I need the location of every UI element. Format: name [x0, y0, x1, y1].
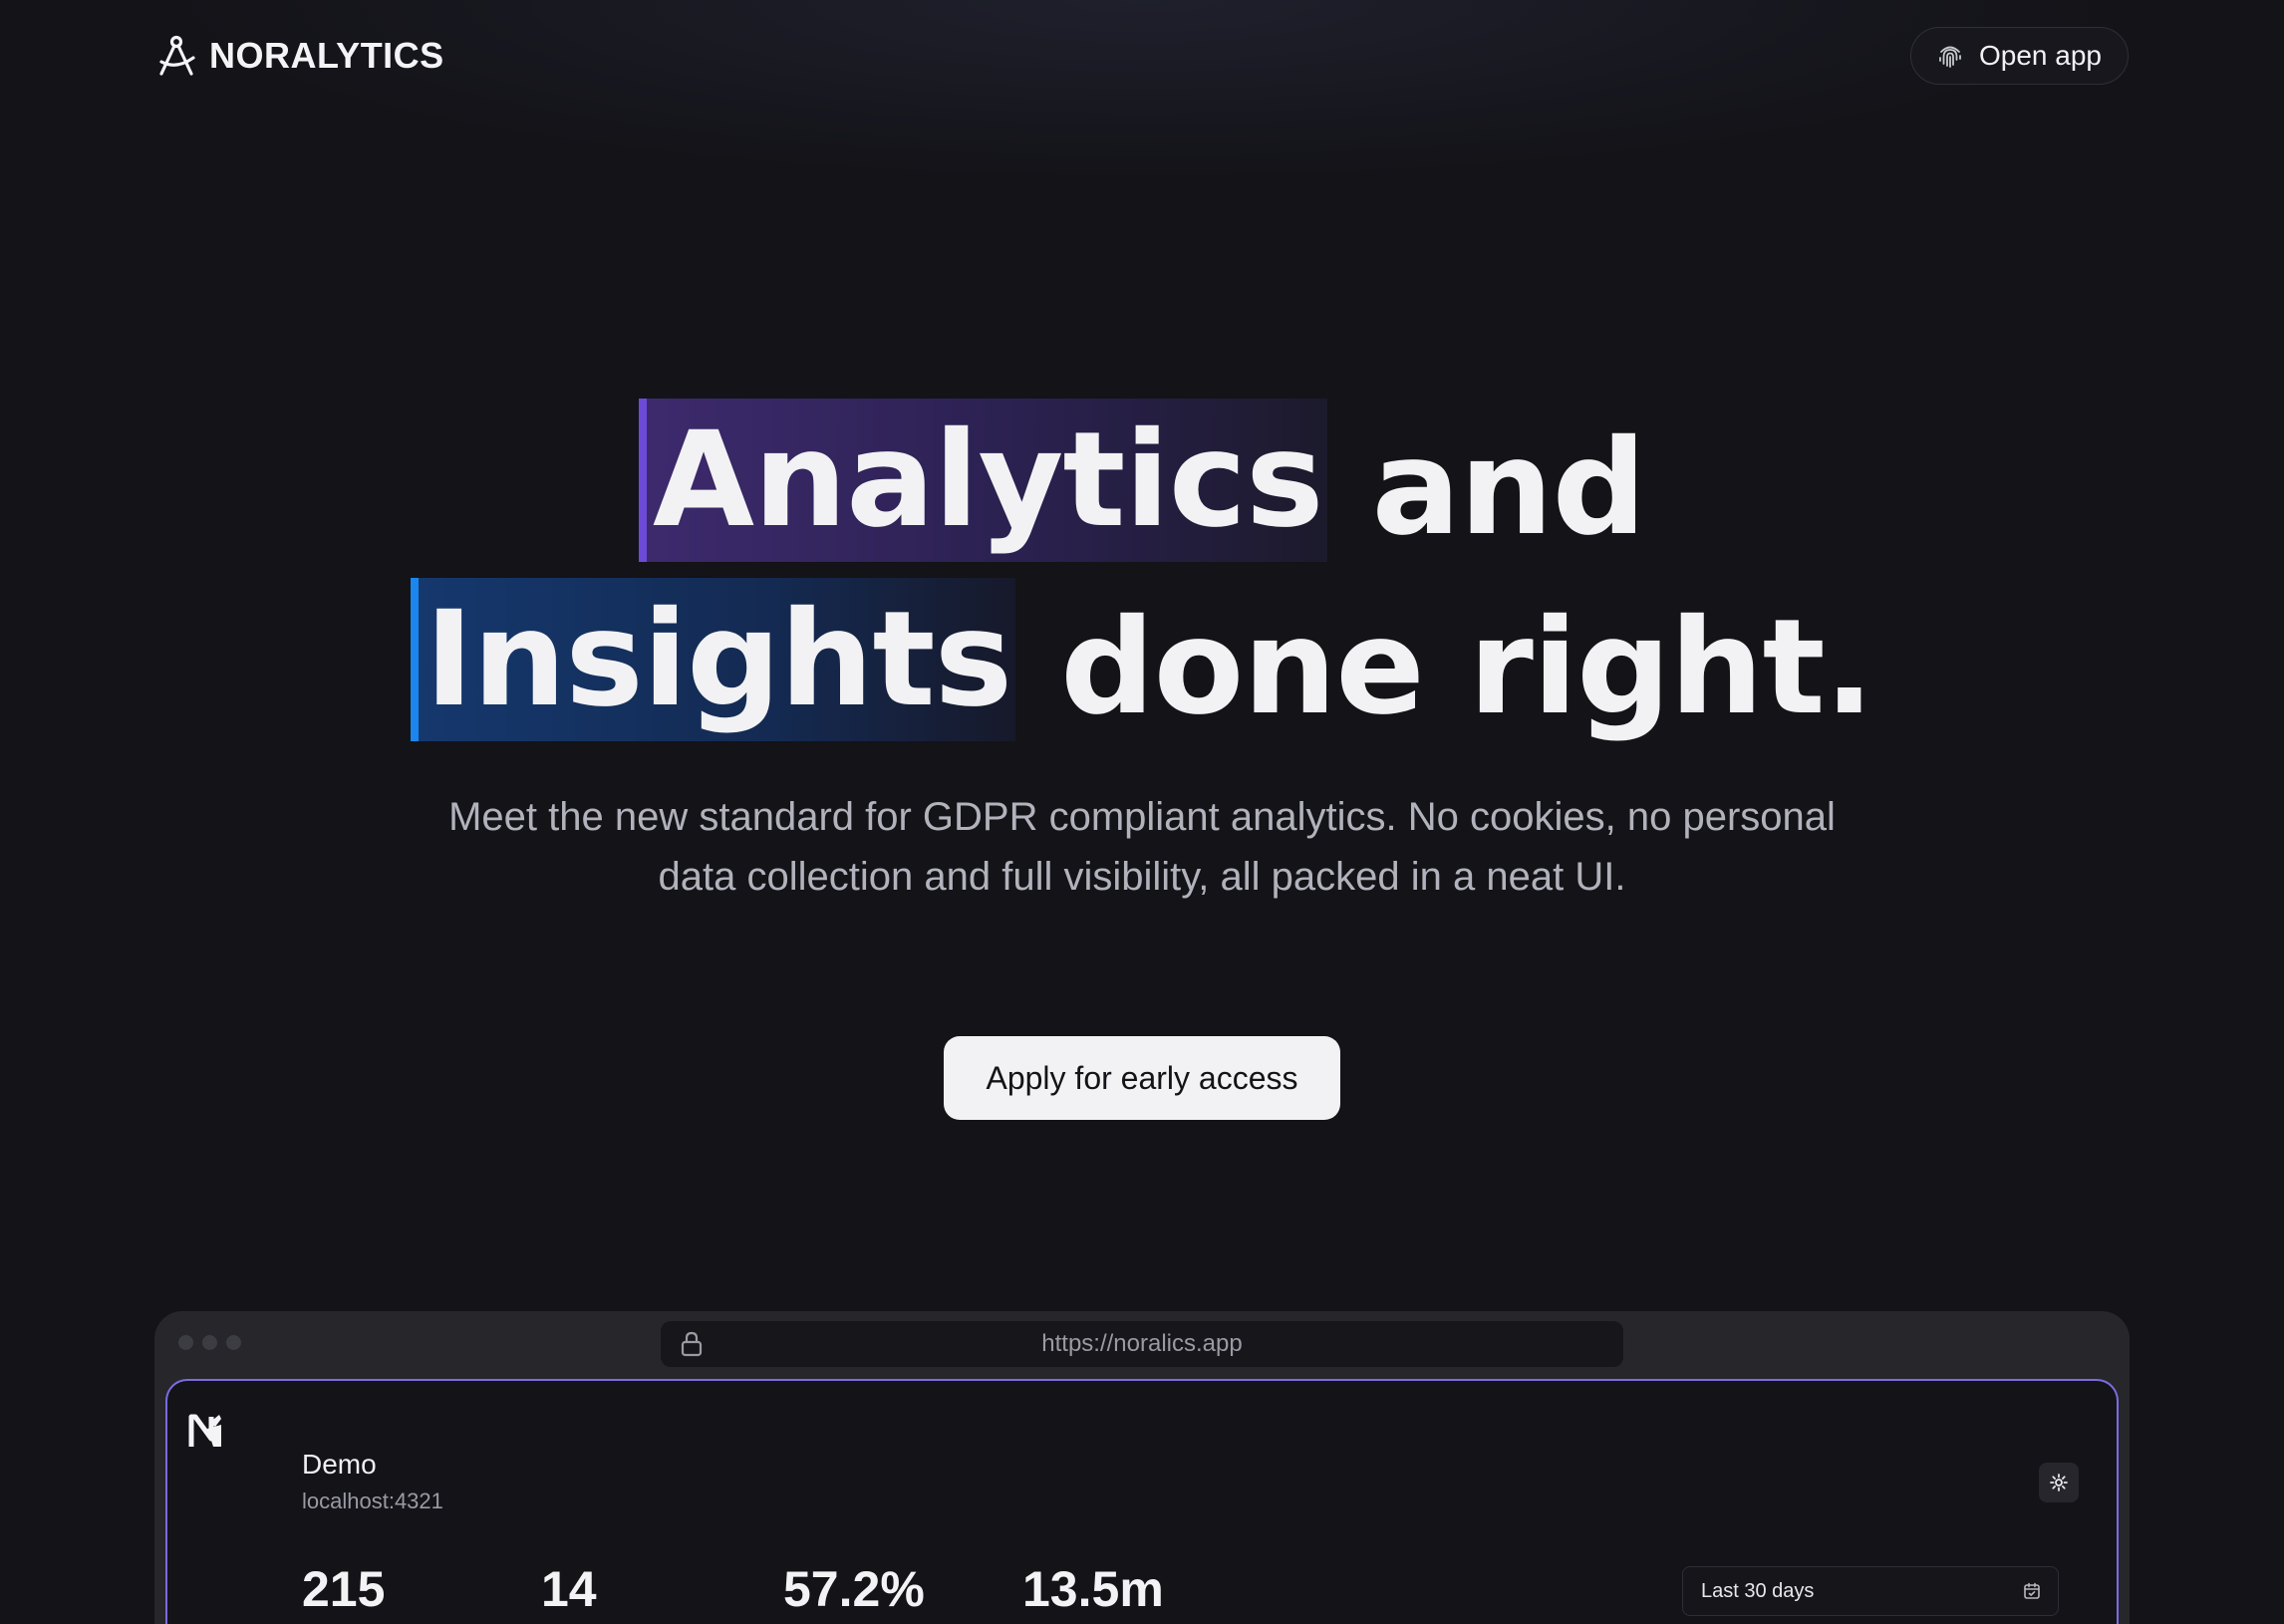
window-dot-close	[178, 1335, 193, 1350]
site-header: NORALYTICS Open app	[155, 27, 2129, 85]
headline-word-done: done	[1015, 591, 1469, 744]
hero-headline: Analytics and Insights done right.	[0, 399, 2284, 757]
apply-early-access-button[interactable]: Apply for early access	[944, 1036, 1340, 1120]
headline-line-2: Insights done right.	[0, 578, 2284, 757]
brand[interactable]: NORALYTICS	[155, 34, 444, 78]
address-url: https://noralics.app	[1041, 1330, 1243, 1357]
lock-icon	[681, 1331, 703, 1357]
window-dot-maximize	[226, 1335, 241, 1350]
hero-subtitle: Meet the new standard for GDPR compliant…	[379, 787, 1905, 907]
headline-line-1: Analytics and	[0, 399, 2284, 578]
highlight-insights: Insights	[411, 578, 1016, 741]
stat-duration: 13.5m	[1022, 1561, 1164, 1617]
compass-icon	[159, 35, 195, 76]
open-app-label: Open app	[1979, 40, 2102, 71]
subtitle-line-2: data collection and full visibility, all…	[658, 855, 1626, 899]
headline-word-and: and	[1326, 411, 1647, 565]
window-dot-minimize	[202, 1335, 217, 1350]
app-logo-icon	[188, 1414, 221, 1447]
date-range-select[interactable]: Last 30 days	[1682, 1566, 2059, 1616]
site-settings-button[interactable]	[2039, 1463, 2079, 1502]
subtitle-line-1: Meet the new standard for GDPR compliant…	[448, 795, 1836, 839]
fingerprint-icon	[1939, 46, 1961, 68]
landing-page: NORALYTICS Open app Analytics and Insigh…	[0, 0, 2284, 1624]
browser-mockup: https://noralics.app Demo localhost:4321…	[154, 1311, 2130, 1624]
stat-live: 14	[541, 1561, 597, 1617]
date-range-value: Last 30 days	[1701, 1579, 1815, 1602]
window-controls	[178, 1335, 241, 1350]
address-bar[interactable]: https://noralics.app	[661, 1321, 1623, 1367]
headline-word-right: right.	[1468, 591, 1874, 744]
calendar-icon	[2024, 1582, 2040, 1599]
brand-name: NORALYTICS	[209, 35, 444, 76]
highlight-analytics: Analytics	[638, 399, 1327, 562]
gear-icon	[2050, 1474, 2068, 1491]
app-preview: Demo localhost:4321 215 14 57.2% 13.5m L…	[165, 1379, 2119, 1624]
site-host: localhost:4321	[302, 1489, 443, 1513]
stat-bounce-rate: 57.2%	[783, 1561, 925, 1617]
site-name: Demo	[302, 1449, 377, 1480]
stat-visitors: 215	[302, 1561, 386, 1617]
open-app-button[interactable]: Open app	[1910, 27, 2129, 85]
